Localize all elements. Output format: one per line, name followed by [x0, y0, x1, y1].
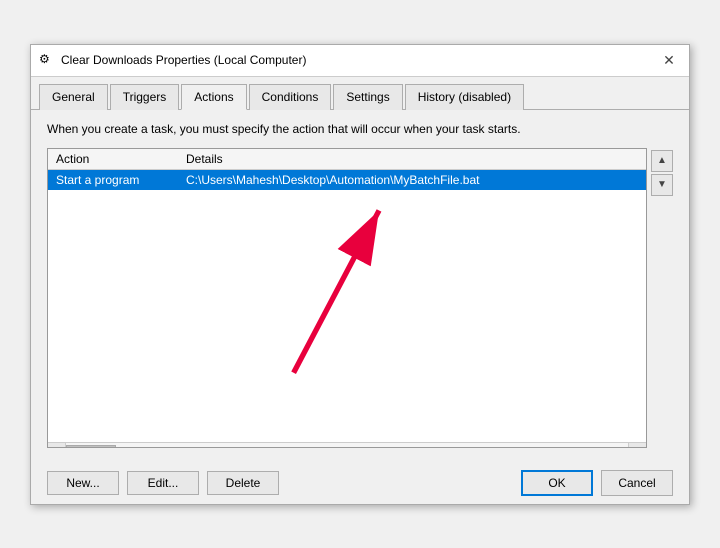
ok-button[interactable]: OK [521, 470, 593, 496]
tab-conditions[interactable]: Conditions [249, 84, 332, 110]
scroll-thumb[interactable] [66, 445, 116, 448]
list-container: Action Details Start a program C:\Users\… [47, 148, 673, 448]
new-button[interactable]: New... [47, 471, 119, 495]
left-button-group: New... Edit... Delete [47, 471, 279, 495]
actions-list-box: Action Details Start a program C:\Users\… [47, 148, 647, 448]
window-title: Clear Downloads Properties (Local Comput… [61, 53, 306, 67]
title-bar-left: ⚙ Clear Downloads Properties (Local Comp… [39, 52, 306, 68]
tab-content: When you create a task, you must specify… [31, 110, 689, 460]
title-bar: ⚙ Clear Downloads Properties (Local Comp… [31, 45, 689, 77]
scroll-up-button[interactable]: ▲ [651, 150, 673, 172]
tab-general[interactable]: General [39, 84, 108, 110]
horizontal-scrollbar[interactable]: ◄ ► [48, 442, 646, 448]
list-body: Start a program C:\Users\Mahesh\Desktop\… [48, 170, 646, 442]
tab-actions[interactable]: Actions [181, 84, 246, 110]
list-row[interactable]: Start a program C:\Users\Mahesh\Desktop\… [48, 170, 646, 190]
edit-button[interactable]: Edit... [127, 471, 199, 495]
tab-bar: General Triggers Actions Conditions Sett… [31, 77, 689, 110]
main-window: ⚙ Clear Downloads Properties (Local Comp… [30, 44, 690, 505]
scroll-track [66, 443, 628, 448]
scroll-left-button[interactable]: ◄ [48, 443, 66, 448]
col-details-header: Details [186, 152, 638, 166]
row-action: Start a program [56, 173, 186, 187]
delete-button[interactable]: Delete [207, 471, 279, 495]
window-icon: ⚙ [39, 52, 55, 68]
description-text: When you create a task, you must specify… [47, 122, 673, 136]
scroll-right-button[interactable]: ► [628, 443, 646, 448]
close-button[interactable]: ✕ [657, 48, 681, 72]
scroll-down-button[interactable]: ▼ [651, 174, 673, 196]
bottom-bar: New... Edit... Delete OK Cancel [31, 460, 689, 504]
tab-triggers[interactable]: Triggers [110, 84, 180, 110]
tab-settings[interactable]: Settings [333, 84, 402, 110]
scroll-buttons: ▲ ▼ [651, 148, 673, 448]
right-button-group: OK Cancel [521, 470, 673, 496]
col-action-header: Action [56, 152, 186, 166]
list-header: Action Details [48, 149, 646, 170]
cancel-button[interactable]: Cancel [601, 470, 673, 496]
tab-history[interactable]: History (disabled) [405, 84, 524, 110]
row-details: C:\Users\Mahesh\Desktop\Automation\MyBat… [186, 173, 638, 187]
